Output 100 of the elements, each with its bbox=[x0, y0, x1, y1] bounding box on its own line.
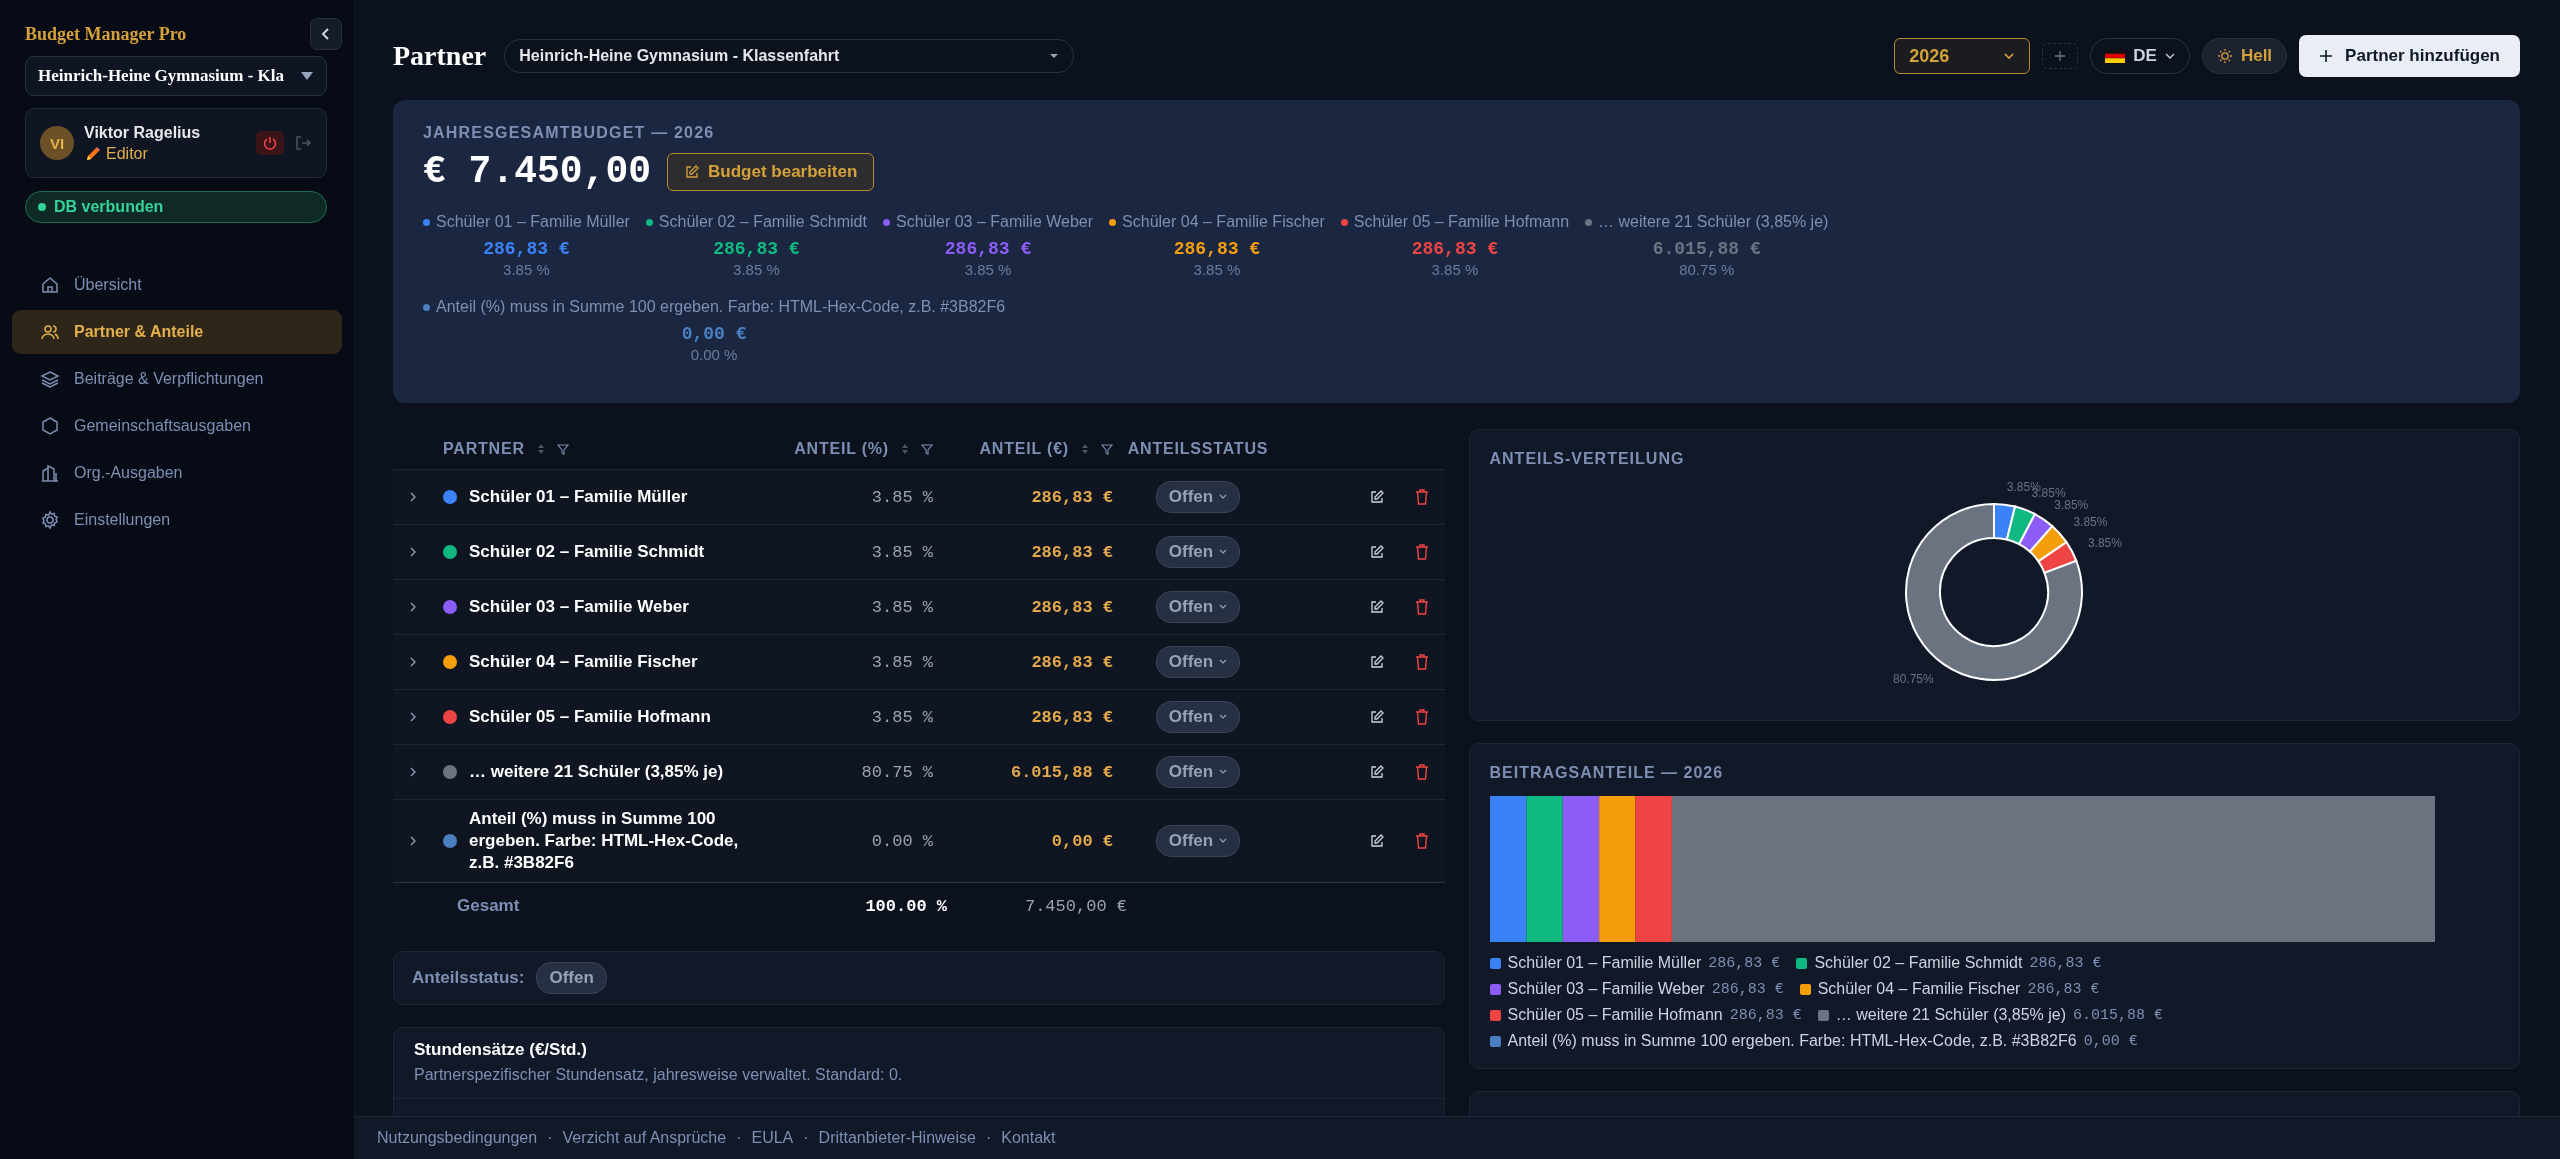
status-dropdown[interactable]: Offen bbox=[1155, 591, 1241, 623]
edit-budget-button[interactable]: Budget bearbeiten bbox=[667, 152, 875, 191]
partner-name: Anteil (%) muss in Summe 100 ergeben. Farbe: HTML-Hex-Code, z.B. #3B82F6 bbox=[469, 808, 740, 874]
share-amount-cell-text: 286,83 € bbox=[1030, 652, 1113, 672]
partner-name: Schüler 04 – Familie Fischer bbox=[469, 651, 698, 673]
status-dropdown[interactable]: Offen bbox=[1155, 646, 1241, 678]
status-dropdown[interactable]: Offen bbox=[1155, 701, 1241, 733]
legend-amount: 6.015,88 € bbox=[2073, 1006, 2164, 1024]
partner-name: Schüler 03 – Familie Weber bbox=[469, 596, 689, 618]
edit-icon[interactable] bbox=[1368, 654, 1385, 670]
filter-icon[interactable] bbox=[921, 443, 933, 455]
chevron-down-icon bbox=[2003, 52, 2016, 60]
expand-icon[interactable] bbox=[409, 711, 417, 723]
chevron-down-icon bbox=[1219, 604, 1228, 610]
status-dropdown[interactable]: Offen bbox=[1155, 481, 1241, 513]
share-percent-cell-text: 3.85 % bbox=[870, 542, 933, 562]
sort-icon[interactable] bbox=[901, 443, 909, 455]
share-amount: 286,83 € bbox=[483, 239, 570, 259]
power-icon bbox=[262, 135, 278, 151]
footer-link[interactable]: Nutzungsbedingungen bbox=[377, 1129, 538, 1147]
share-amount: 0,00 € bbox=[681, 324, 747, 344]
power-button[interactable] bbox=[256, 131, 284, 155]
budget-label: JAHRESGESAMTBUDGET — 2026 bbox=[423, 124, 716, 142]
expand-icon[interactable] bbox=[409, 546, 417, 558]
project-select[interactable]: Heinrich-Heine Gymnasium - Kla bbox=[25, 56, 327, 96]
slice-label: 3.85% bbox=[2088, 535, 2123, 550]
footer-separator: · bbox=[736, 1129, 742, 1147]
status-dropdown[interactable]: Offen bbox=[1155, 756, 1241, 788]
share-name: Schüler 02 – Familie Schmidt bbox=[658, 213, 867, 231]
nav-item[interactable]: Org.-Ausgaben bbox=[12, 451, 342, 495]
nav-item[interactable]: Beiträge & Verpflichtungen bbox=[12, 357, 342, 401]
edit-icon[interactable] bbox=[1368, 599, 1385, 615]
edit-icon[interactable] bbox=[1368, 544, 1385, 560]
edit-icon[interactable] bbox=[1368, 764, 1385, 780]
edit-icon[interactable] bbox=[1368, 709, 1385, 725]
total-label: Gesamt bbox=[456, 896, 521, 916]
status-summary-label: Anteilsstatus: bbox=[412, 968, 525, 988]
delete-icon[interactable] bbox=[1414, 599, 1429, 615]
nav-item[interactable]: Gemeinschaftsausgaben bbox=[12, 404, 342, 448]
share-percent: 0.00 % bbox=[690, 346, 738, 363]
flag-icon bbox=[2105, 49, 2126, 63]
status-dropdown[interactable]: Offen bbox=[1155, 536, 1241, 568]
edit-icon[interactable] bbox=[1368, 489, 1385, 505]
share-name: Schüler 04 – Familie Fischer bbox=[1122, 213, 1325, 231]
share-percent-cell-text: 3.85 % bbox=[870, 652, 933, 672]
column-header[interactable]: ANTEILSSTATUS bbox=[1113, 440, 1283, 458]
filter-icon[interactable] bbox=[556, 443, 569, 455]
status-dropdown[interactable]: Offen bbox=[1155, 825, 1241, 857]
share-percent: 3.85 % bbox=[1193, 261, 1241, 278]
share-percent: 3.85 % bbox=[733, 261, 780, 278]
delete-icon[interactable] bbox=[1414, 654, 1429, 670]
nav-item[interactable]: Partner & Anteile bbox=[12, 310, 342, 354]
chevron-down-icon bbox=[1219, 659, 1228, 665]
sort-icon[interactable] bbox=[536, 443, 545, 455]
year-select[interactable]: 2026 bbox=[1894, 38, 2031, 74]
sort-icon[interactable] bbox=[1081, 443, 1089, 455]
slice-label: 3.85% bbox=[2073, 514, 2108, 529]
column-header[interactable]: ANTEIL (%) bbox=[743, 440, 933, 458]
legend-amount: 286,83 € bbox=[1708, 954, 1781, 972]
footer-link[interactable]: Drittanbieter-Hinweise bbox=[818, 1129, 976, 1147]
footer-separator: · bbox=[803, 1129, 809, 1147]
legend-amount: 0,00 € bbox=[2083, 1032, 2138, 1050]
footer-separator: · bbox=[547, 1129, 553, 1147]
legend-label: Schüler 01 – Familie Müller bbox=[1507, 954, 1702, 972]
add-partner-button[interactable]: Partner hinzufügen bbox=[2299, 35, 2520, 77]
delete-icon[interactable] bbox=[1414, 489, 1429, 505]
db-status-badge: DB verbunden bbox=[25, 191, 327, 223]
expand-icon[interactable] bbox=[409, 835, 417, 847]
delete-icon[interactable] bbox=[1414, 833, 1429, 849]
share-amount-cell-text: 286,83 € bbox=[1030, 707, 1113, 727]
footer-link[interactable]: Kontakt bbox=[1001, 1129, 1056, 1147]
expand-icon[interactable] bbox=[409, 491, 417, 503]
chart-title: BEITRAGSANTEILE — 2026 bbox=[1489, 764, 1725, 782]
share-amount-cell-text: 6.015,88 € bbox=[1009, 762, 1113, 782]
legend-label: Schüler 02 – Familie Schmidt bbox=[1814, 954, 2023, 972]
footer-link[interactable]: EULA bbox=[751, 1129, 794, 1147]
theme-toggle[interactable]: Hell bbox=[2201, 38, 2288, 74]
expand-icon[interactable] bbox=[409, 601, 417, 613]
edit-icon[interactable] bbox=[1368, 833, 1385, 849]
column-header[interactable]: ANTEIL (€) bbox=[933, 440, 1113, 458]
user-role: Editor bbox=[106, 144, 148, 163]
footer-link[interactable]: Verzicht auf Ansprüche bbox=[562, 1129, 727, 1147]
delete-icon[interactable] bbox=[1414, 544, 1429, 560]
share-amount: 286,83 € bbox=[1411, 239, 1499, 259]
nav-item[interactable]: Übersicht bbox=[12, 263, 342, 307]
add-year-button[interactable] bbox=[2042, 43, 2079, 69]
column-header[interactable]: PARTNER bbox=[433, 440, 743, 458]
user-avatar: VI bbox=[40, 126, 74, 160]
share-percent: 80.75 % bbox=[1679, 261, 1735, 278]
filter-icon[interactable] bbox=[1101, 443, 1113, 455]
collapse-button[interactable] bbox=[310, 18, 342, 50]
share-percent: 3.85 % bbox=[1431, 261, 1479, 278]
chevron-down-icon bbox=[1219, 838, 1228, 844]
nav-item[interactable]: Einstellungen bbox=[12, 498, 342, 542]
chevron-down-icon bbox=[1219, 769, 1228, 775]
delete-icon[interactable] bbox=[1414, 764, 1429, 780]
expand-icon[interactable] bbox=[409, 656, 417, 668]
delete-icon[interactable] bbox=[1414, 709, 1429, 725]
share-amount: 286,83 € bbox=[1173, 239, 1261, 259]
expand-icon[interactable] bbox=[409, 766, 417, 778]
